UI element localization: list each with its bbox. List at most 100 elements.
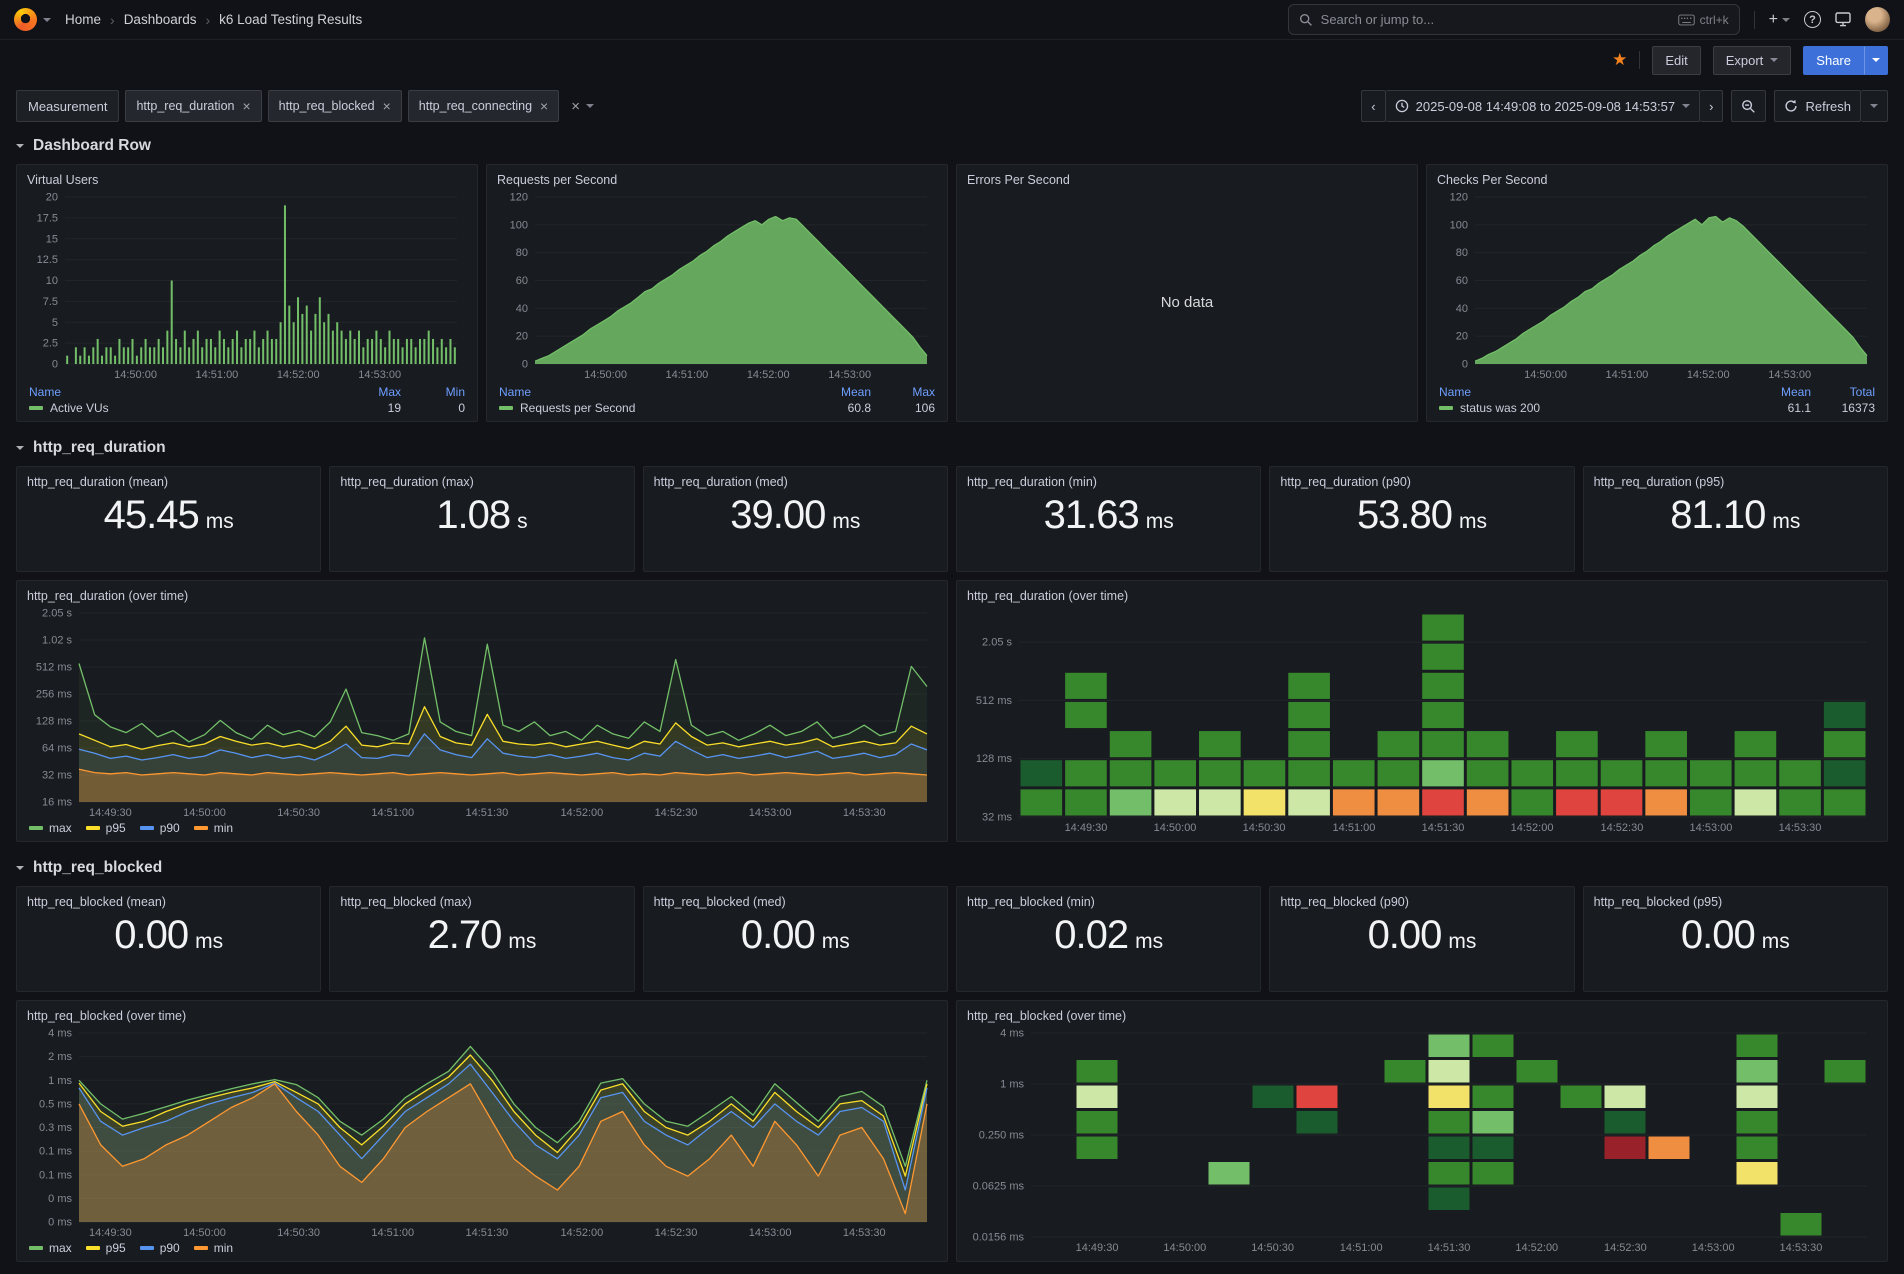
news-button[interactable] <box>1835 12 1851 27</box>
time-range-picker[interactable]: 2025-09-08 14:49:08 to 2025-09-08 14:53:… <box>1385 90 1701 122</box>
duration-heatmap-chart[interactable]: 32 ms 128 ms 512 ms 2.05 s 14:49:30 14:50:00 1… <box>967 605 1877 835</box>
panel-title[interactable]: http_req_duration (med) <box>654 475 937 489</box>
legend-item-p95[interactable]: p95 <box>85 821 126 835</box>
refresh-interval-button[interactable] <box>1861 90 1888 122</box>
panel-title[interactable]: http_req_blocked (p90) <box>1280 895 1563 909</box>
legend-item-p90[interactable]: p90 <box>139 821 180 835</box>
series-swatch <box>1439 406 1453 410</box>
panel-title[interactable]: http_req_duration (p95) <box>1594 475 1877 489</box>
legend-item-max[interactable]: max <box>29 1241 72 1255</box>
filter-dropdown-caret-icon[interactable] <box>586 104 594 108</box>
panel-title[interactable]: http_req_duration (p90) <box>1280 475 1563 489</box>
svg-text:14:53:30: 14:53:30 <box>843 807 886 819</box>
legend-col-mean[interactable]: Mean <box>1747 385 1811 399</box>
section-http-req-blocked[interactable]: http_req_blocked <box>16 850 1888 886</box>
svg-text:14:52:30: 14:52:30 <box>655 1227 698 1239</box>
panel-title[interactable]: http_req_duration (over time) <box>27 589 937 603</box>
grafana-logo-icon[interactable] <box>14 8 37 31</box>
export-button[interactable]: Export <box>1712 45 1792 75</box>
duration-over-time-chart[interactable]: 16 ms 32 ms 64 ms 128 ms 256 ms 512 ms 1.02 s 2… <box>27 605 937 820</box>
edit-button[interactable]: Edit <box>1652 45 1701 75</box>
panel-title[interactable]: http_req_blocked (p95) <box>1594 895 1877 909</box>
section-http-req-duration[interactable]: http_req_duration <box>16 430 1888 466</box>
legend-col-min[interactable]: Min <box>401 385 465 399</box>
share-menu-button[interactable] <box>1864 45 1888 75</box>
stat-duration-min: http_req_duration (min) 31.63 ms <box>956 466 1262 572</box>
favorite-star-icon[interactable]: ★ <box>1612 50 1627 70</box>
panel-duration-heatmap: http_req_duration (over time) 32 ms 128 m… <box>956 580 1888 842</box>
svg-text:17.5: 17.5 <box>37 212 58 224</box>
requests-per-second-chart[interactable]: 0 20 40 60 80 100 120 14:50:00 14:51:00 14:52:00 1… <box>497 189 937 382</box>
legend-item-min[interactable]: min <box>193 1241 233 1255</box>
legend-col-name[interactable]: Name <box>29 385 337 399</box>
section-dashboard-row[interactable]: Dashboard Row <box>16 128 1888 164</box>
clear-filters-icon[interactable]: × <box>571 98 580 115</box>
legend-item-p95[interactable]: p95 <box>85 1241 126 1255</box>
legend-series[interactable]: Active VUs <box>29 401 337 415</box>
user-avatar[interactable] <box>1865 7 1890 32</box>
panel-title[interactable]: http_req_blocked (min) <box>967 895 1250 909</box>
svg-text:14:49:30: 14:49:30 <box>1065 822 1108 834</box>
svg-text:14:51:00: 14:51:00 <box>1605 369 1648 381</box>
org-menu-caret-icon[interactable] <box>43 17 51 22</box>
breadcrumb-home[interactable]: Home <box>65 12 101 27</box>
panel-title[interactable]: Checks Per Second <box>1437 173 1877 187</box>
panel-title[interactable]: http_req_blocked (over time) <box>27 1009 937 1023</box>
blocked-over-time-chart[interactable]: 0 ms 0 ms 0.1 ms 0.1 ms 0.3 ms 0.5 ms 1 ms 2 ms… <box>27 1025 937 1240</box>
legend-col-name[interactable]: Name <box>1439 385 1747 399</box>
panel-title[interactable]: http_req_duration (max) <box>340 475 623 489</box>
legend-series[interactable]: Requests per Second <box>499 401 807 415</box>
panel-title[interactable]: Errors Per Second <box>967 173 1407 187</box>
panel-title[interactable]: http_req_blocked (med) <box>654 895 937 909</box>
blocked-heatmap-chart[interactable]: 0.0156 ms 0.0625 ms 0.250 ms 1 ms 4 ms 14:49:… <box>967 1025 1877 1255</box>
legend: Name Max Min Active VUs 19 0 <box>27 385 467 415</box>
breadcrumb-separator: › <box>110 11 115 28</box>
legend-col-max[interactable]: Max <box>337 385 401 399</box>
panel-title[interactable]: http_req_duration (mean) <box>27 475 310 489</box>
legend-col-name[interactable]: Name <box>499 385 807 399</box>
legend-series[interactable]: status was 200 <box>1439 401 1747 415</box>
panel-title[interactable]: http_req_blocked (mean) <box>27 895 310 909</box>
svg-text:60: 60 <box>516 275 528 287</box>
svg-text:128 ms: 128 ms <box>976 753 1013 765</box>
remove-filter-icon[interactable]: × <box>242 98 250 114</box>
panel-title[interactable]: Virtual Users <box>27 173 467 187</box>
time-shift-forward-button[interactable]: › <box>1700 90 1724 122</box>
remove-filter-icon[interactable]: × <box>383 98 391 114</box>
svg-text:0.3 ms: 0.3 ms <box>39 1122 73 1134</box>
virtual-users-chart[interactable]: 0 2.5 5 7.5 10 12.5 15 17.5 20 14:50:00 14:51:00 14… <box>27 189 467 382</box>
legend-col-mean[interactable]: Mean <box>807 385 871 399</box>
svg-text:14:49:30: 14:49:30 <box>89 807 132 819</box>
filter-tag-label: http_req_duration <box>136 99 235 113</box>
filter-tag-http-req-connecting[interactable]: http_req_connecting × <box>407 90 560 122</box>
panel-title[interactable]: Requests per Second <box>497 173 937 187</box>
stat-duration-p95: http_req_duration (p95) 81.10 ms <box>1582 466 1888 572</box>
zoom-out-button[interactable] <box>1731 90 1767 122</box>
share-button[interactable]: Share <box>1803 45 1864 75</box>
legend-item-min[interactable]: min <box>193 821 233 835</box>
panel-title[interactable]: http_req_duration (min) <box>967 475 1250 489</box>
legend-item-max[interactable]: max <box>29 821 72 835</box>
blocked-stats-row: http_req_blocked (mean) 0.00 ms http_req_… <box>16 886 1888 992</box>
svg-text:14:49:30: 14:49:30 <box>1076 1242 1119 1254</box>
filter-tag-http-req-duration[interactable]: http_req_duration × <box>125 90 262 122</box>
panel-title[interactable]: http_req_duration (over time) <box>967 589 1877 603</box>
remove-filter-icon[interactable]: × <box>540 98 548 114</box>
legend-col-max[interactable]: Max <box>871 385 935 399</box>
panel-title[interactable]: http_req_blocked (max) <box>340 895 623 909</box>
legend-item-p90[interactable]: p90 <box>139 1241 180 1255</box>
svg-text:14:50:00: 14:50:00 <box>1154 822 1197 834</box>
breadcrumb-dashboards[interactable]: Dashboards <box>124 12 197 27</box>
panel-title[interactable]: http_req_blocked (over time) <box>967 1009 1877 1023</box>
search-input[interactable]: Search or jump to... ctrl+k <box>1287 4 1740 35</box>
add-button[interactable]: + <box>1769 11 1790 29</box>
svg-text:14:51:30: 14:51:30 <box>1422 822 1465 834</box>
filter-tag-http-req-blocked[interactable]: http_req_blocked × <box>267 90 402 122</box>
svg-text:512 ms: 512 ms <box>976 695 1013 707</box>
help-button[interactable]: ? <box>1804 11 1821 28</box>
filter-key-measurement[interactable]: Measurement <box>16 90 120 122</box>
refresh-button[interactable]: Refresh <box>1774 90 1861 122</box>
legend-col-total[interactable]: Total <box>1811 385 1875 399</box>
checks-per-second-chart[interactable]: 0 20 40 60 80 100 120 14:50:00 14:51:00 14:52:00 1… <box>1437 189 1877 382</box>
time-shift-back-button[interactable]: ‹ <box>1361 90 1386 122</box>
